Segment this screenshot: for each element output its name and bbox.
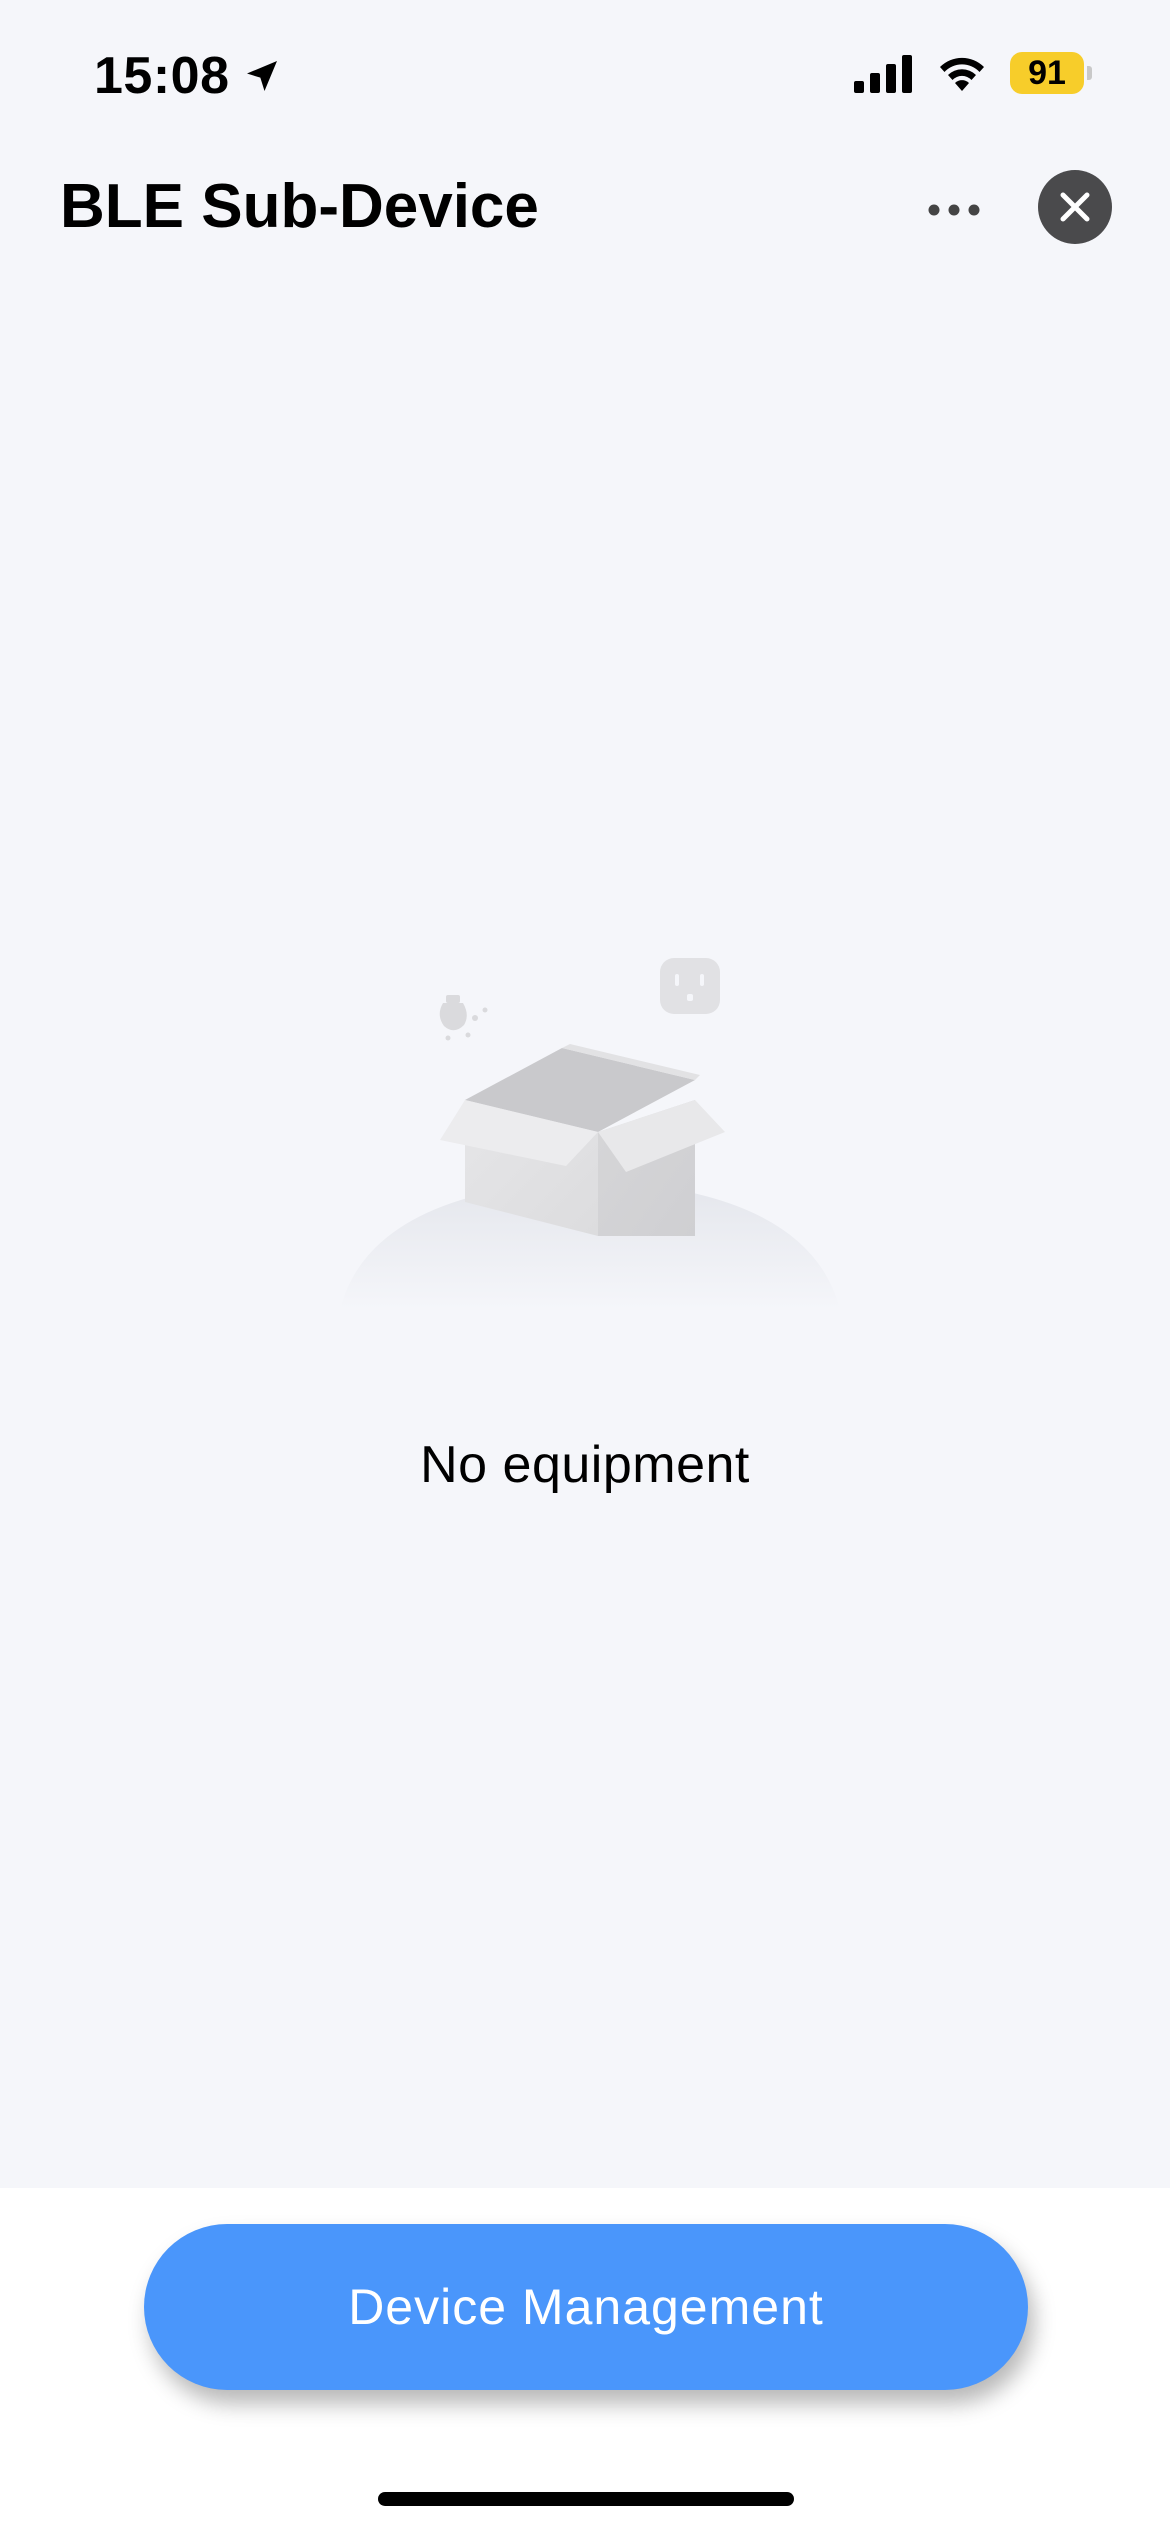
more-button[interactable] <box>922 188 986 232</box>
cellular-signal-icon <box>854 55 912 93</box>
location-arrow-icon <box>246 61 277 91</box>
battery-level: 91 <box>1010 52 1084 94</box>
empty-box-illustration <box>330 940 850 1320</box>
status-bar: 15:08 91 <box>0 0 1170 150</box>
bottom-panel: Device Management <box>0 2188 1170 2532</box>
empty-state-message: No equipment <box>420 1436 750 1494</box>
status-time: 15:08 <box>94 46 282 106</box>
status-time-text: 15:08 <box>94 47 230 105</box>
close-button[interactable] <box>1038 170 1112 244</box>
more-dots-icon <box>928 204 980 216</box>
bulb-icon <box>439 995 488 1041</box>
socket-icon <box>660 958 720 1014</box>
battery-tip <box>1087 66 1092 80</box>
device-management-button[interactable]: Device Management <box>144 2224 1028 2390</box>
close-icon <box>1060 192 1090 222</box>
nav-bar: BLE Sub-Device <box>0 160 1170 260</box>
wifi-icon <box>940 57 984 91</box>
home-indicator <box>378 2492 794 2506</box>
status-indicators: 91 <box>854 52 1092 94</box>
battery-icon: 91 <box>1010 52 1092 94</box>
page-title: BLE Sub-Device <box>60 172 539 241</box>
